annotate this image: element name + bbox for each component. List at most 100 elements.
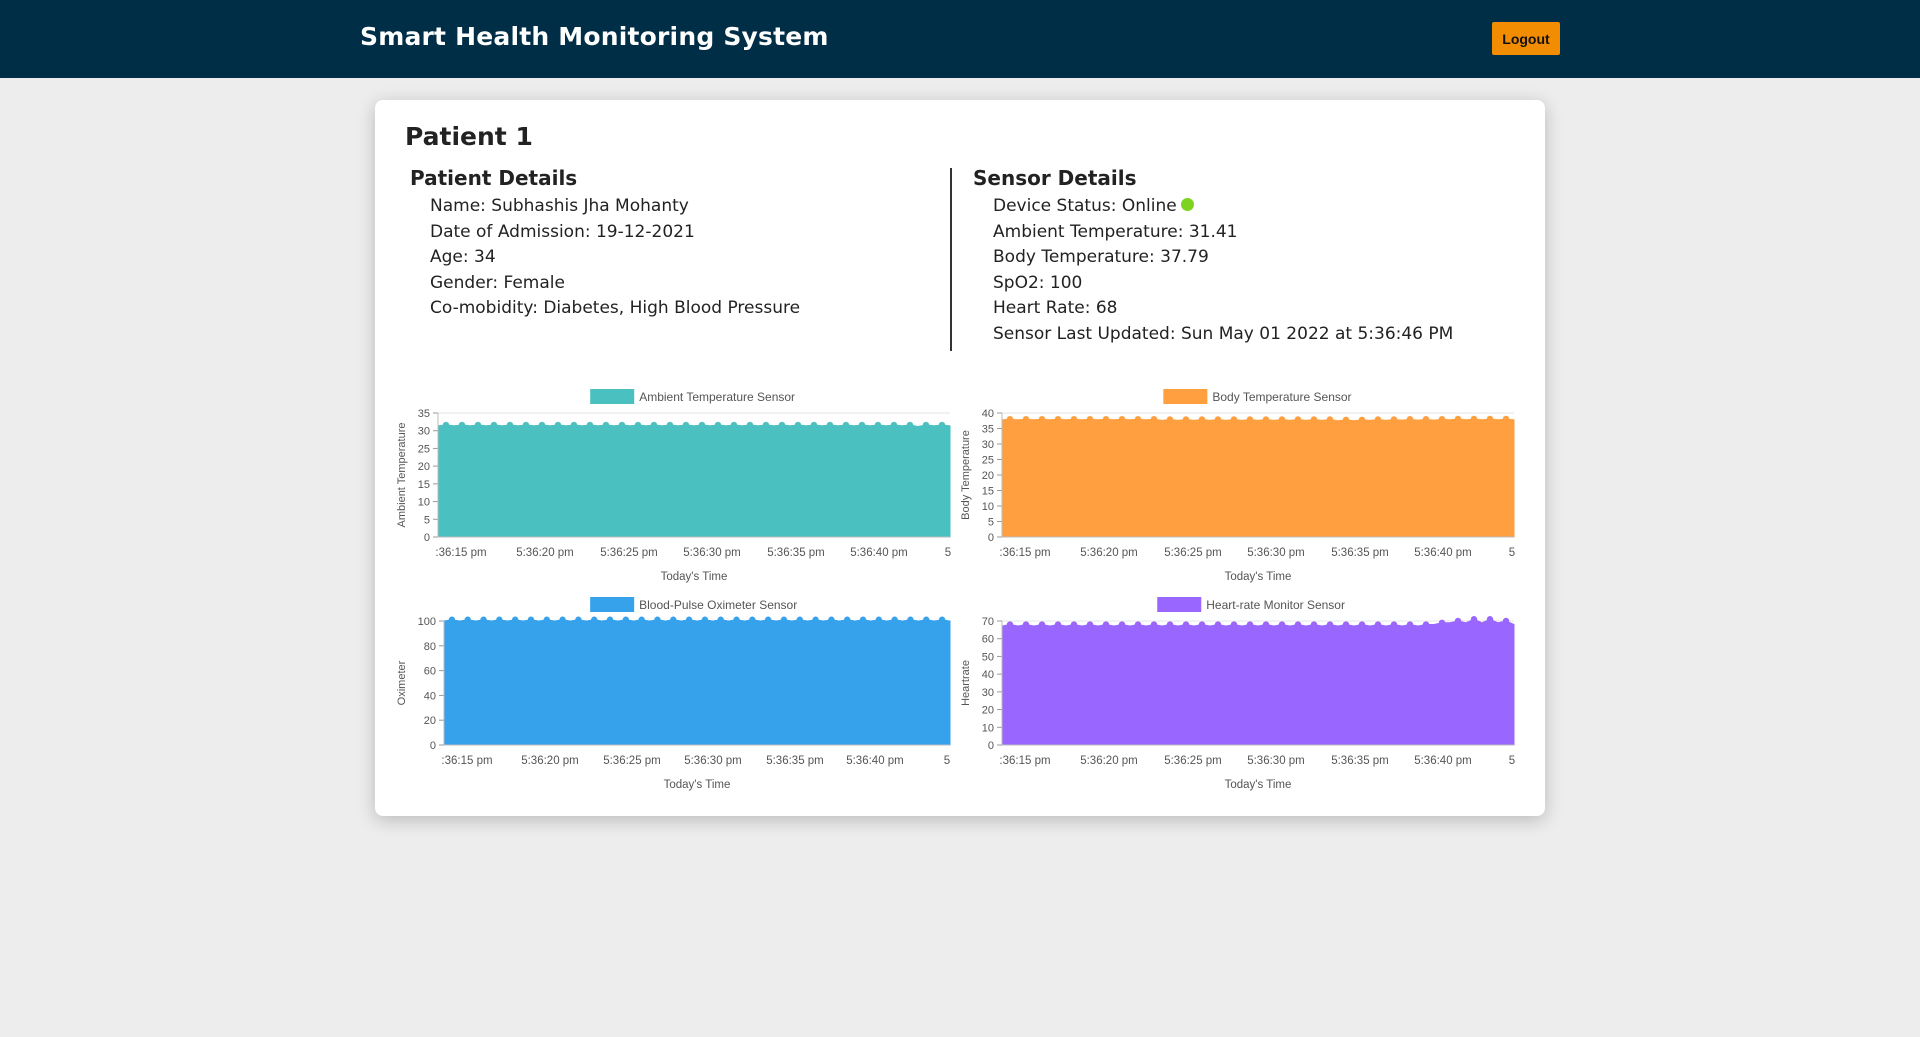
x-tick-label: :36:15 pm <box>441 755 492 767</box>
data-point <box>1182 416 1190 423</box>
y-tick-label: 25 <box>418 443 430 455</box>
data-point <box>923 616 930 623</box>
x-tick-label: 5:36:25 pm <box>603 755 661 767</box>
data-point <box>606 616 614 623</box>
data-point <box>1134 621 1142 628</box>
data-point <box>746 421 754 429</box>
data-point <box>1374 621 1382 628</box>
data-point <box>1262 416 1270 423</box>
data-point <box>1342 621 1350 628</box>
logout-button[interactable]: Logout <box>1492 22 1560 55</box>
x-tick-label: 5:36:20 pm <box>521 755 579 767</box>
ambient-temperature-chart: Ambient Temperature Sensor 0 5 10 15 20 25 30 35… <box>395 384 960 594</box>
legend-label: Blood-Pulse Oximeter Sensor <box>639 598 797 612</box>
data-point <box>559 616 566 623</box>
body-temperature-reading: Body Temperature: 37.79 <box>993 247 1209 267</box>
y-tick-label: 35 <box>982 424 994 436</box>
data-point <box>1294 621 1302 628</box>
data-point <box>1070 621 1078 628</box>
patient-details-heading: Patient Details <box>410 166 578 190</box>
data-point <box>464 616 471 623</box>
y-axis-title: Heartrate <box>960 660 972 706</box>
data-point <box>812 616 819 623</box>
data-point <box>1182 621 1190 628</box>
sensor-last-updated: Sensor Last Updated: Sun May 01 2022 at … <box>993 323 1454 344</box>
data-point <box>448 616 456 623</box>
data-point <box>1454 415 1462 423</box>
data-point <box>749 616 756 623</box>
sensor-details-section: Sensor Details Device Status: Online Amb… <box>973 166 1453 347</box>
y-tick-label: 10 <box>982 722 994 734</box>
x-tick-label: 5 <box>1509 547 1515 559</box>
data-point <box>1006 416 1014 423</box>
data-point <box>907 616 914 623</box>
body-temperature-chart: Body Temperature Sensor 0 5 10 15 20 25 30 35 40 B… <box>959 384 1524 594</box>
data-point <box>522 421 530 429</box>
data-point <box>1310 621 1318 628</box>
legend-label: Body Temperature Sensor <box>1212 390 1351 404</box>
data-point <box>1102 416 1110 423</box>
ambient-temperature-reading: Ambient Temperature: 31.41 <box>993 221 1238 242</box>
data-point <box>480 616 487 623</box>
y-tick-label: 20 <box>418 461 430 473</box>
data-point <box>1406 416 1414 423</box>
y-tick-label: 20 <box>424 715 436 727</box>
patient-gender: Gender: Female <box>430 272 565 293</box>
data-point <box>527 616 535 623</box>
y-tick-label: 0 <box>988 740 994 752</box>
y-tick-label: 10 <box>418 497 430 509</box>
x-tick-label: 5:36:30 pm <box>684 755 742 767</box>
data-point <box>828 616 835 623</box>
data-point <box>1422 621 1430 628</box>
heart-rate-reading: Heart Rate: 68 <box>993 298 1118 318</box>
data-point <box>1438 619 1446 626</box>
status-online-dot-icon <box>1180 198 1194 211</box>
data-point <box>1038 621 1046 628</box>
data-point <box>458 421 466 429</box>
x-tick-label: 5:36:30 pm <box>683 547 741 559</box>
data-point <box>1486 415 1494 423</box>
oximeter-chart: Blood-Pulse Oximeter Sensor 0 20 40 60 80 100 O… <box>395 592 960 802</box>
x-tick-label: 5:36:40 pm <box>850 547 908 559</box>
data-point <box>1214 416 1222 423</box>
app-title: Smart Health Monitoring System <box>360 22 829 51</box>
device-status: Device Status: Online <box>993 194 1453 220</box>
data-point <box>543 616 550 623</box>
x-tick-label: :36:15 pm <box>999 755 1050 767</box>
data-point <box>442 421 450 429</box>
x-tick-label: 5:36:20 pm <box>1080 755 1138 767</box>
y-tick-label: 100 <box>418 616 436 628</box>
data-point <box>1262 621 1270 628</box>
data-point <box>1278 621 1286 628</box>
y-tick-label: 15 <box>982 486 994 498</box>
data-point <box>1150 621 1158 628</box>
patient-card: Patient 1 Patient Details Name: Subhashi… <box>375 100 1545 816</box>
y-tick-label: 20 <box>982 470 994 482</box>
x-tick-label: 5:36:40 pm <box>1414 755 1472 767</box>
data-point <box>874 421 882 429</box>
data-point <box>842 421 850 429</box>
legend-swatch <box>590 597 635 612</box>
data-point <box>1502 617 1510 625</box>
data-point <box>1470 415 1478 423</box>
data-point <box>1086 416 1094 423</box>
y-tick-label: 15 <box>418 479 430 491</box>
y-tick-label: 40 <box>982 669 994 681</box>
heartrate-chart: Heart-rate Monitor Sensor 0 10 20 30 40 50 60 70… <box>959 592 1524 802</box>
data-point <box>1294 416 1302 423</box>
data-point <box>474 421 482 429</box>
x-tick-label: 5:36:30 pm <box>1247 755 1305 767</box>
x-tick-label: 5:36:35 pm <box>1331 755 1389 767</box>
data-point <box>922 421 930 429</box>
sensor-details-heading: Sensor Details <box>973 166 1137 190</box>
data-point <box>634 421 642 429</box>
data-point <box>906 421 914 429</box>
data-point <box>666 421 674 429</box>
data-point <box>1022 416 1030 423</box>
data-point <box>650 421 658 429</box>
y-tick-label: 0 <box>988 532 994 544</box>
data-point <box>1054 621 1062 628</box>
data-point <box>1038 416 1046 423</box>
x-tick-label: 5:36:25 pm <box>1164 755 1222 767</box>
data-point <box>1438 416 1446 423</box>
